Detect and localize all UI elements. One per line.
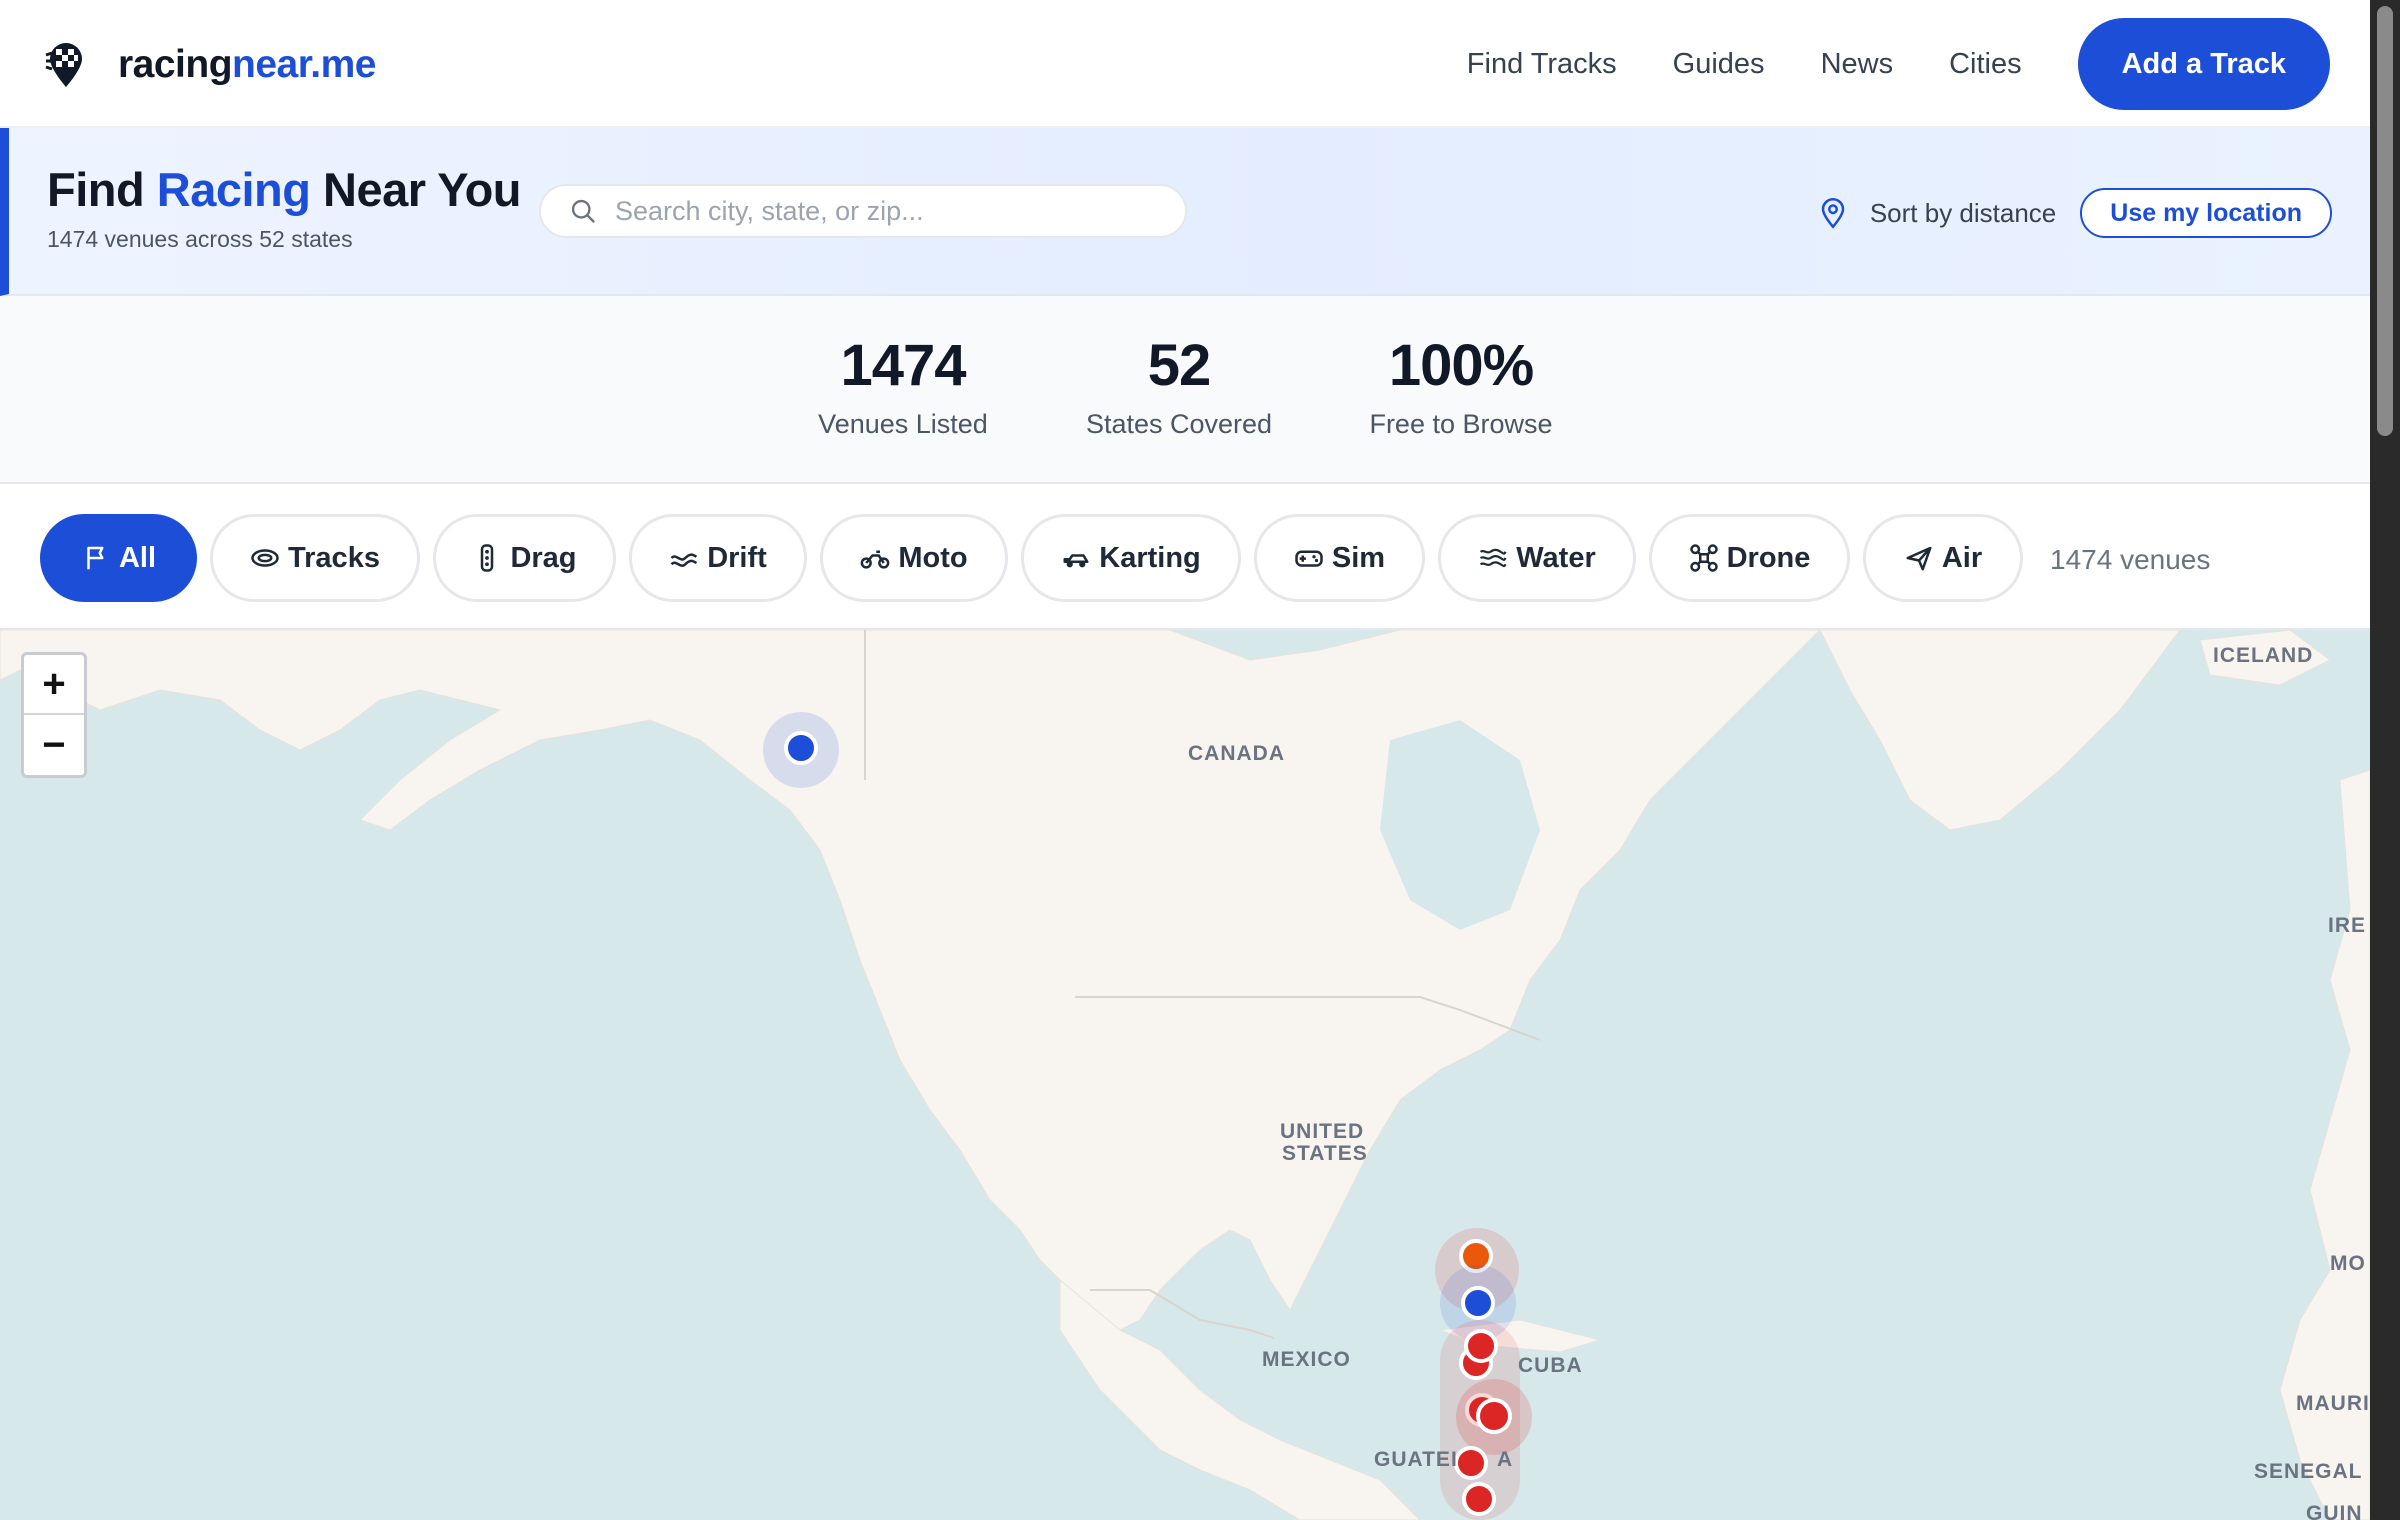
filter-water[interactable]: Water (1438, 514, 1636, 602)
label-guin: GUIN (2306, 1502, 2363, 1520)
logo-part-near-me: near.me (232, 43, 376, 86)
label-guatemala-end: A (1497, 1448, 1514, 1471)
label-ire: IRE (2328, 914, 2367, 937)
stat-free: 100% Free to Browse (1331, 332, 1591, 440)
page-title: Find Racing Near You (47, 162, 522, 217)
chip-label: Air (1941, 541, 1983, 574)
add-track-button[interactable]: Add a Track (2077, 18, 2330, 110)
oval-track-icon (251, 549, 279, 567)
chip-label: Drone (1726, 541, 1811, 574)
venue-summary: 1474 venues across 52 states (47, 226, 353, 252)
label-canada: CANADA (1188, 742, 1285, 765)
nav-guides[interactable]: Guides (1673, 48, 1765, 81)
chip-label: All (118, 541, 157, 574)
logo[interactable]: racingnear.me (44, 38, 376, 92)
chip-label: Drift (707, 541, 767, 574)
flag-icon (87, 546, 104, 570)
stat-value: 1474 (840, 333, 966, 398)
venue-count: 1474 venues (2050, 544, 2211, 575)
logo-part-racing: racing (118, 43, 233, 86)
page-scrollbar[interactable] (2370, 0, 2400, 1520)
chip-label: Water (1516, 541, 1596, 574)
title-post: Near You (310, 163, 522, 216)
zoom-out-button[interactable]: − (24, 715, 84, 775)
venue-marker-red[interactable] (1454, 1446, 1488, 1480)
zoom-in-button[interactable]: + (24, 655, 84, 715)
hero-bar: Find Racing Near You 1474 venues across … (0, 128, 2370, 296)
plane-icon (1906, 546, 1932, 571)
stats-strip: 1474 Venues Listed 52 States Covered 100… (0, 296, 2370, 484)
drag-light-icon (481, 544, 494, 572)
venue-map[interactable]: + − ICELAND CANADA IRE UNITED STATES MO … (0, 630, 2370, 1520)
venue-marker-red[interactable] (1462, 1482, 1496, 1516)
label-senegal: SENEGAL (2254, 1460, 2363, 1483)
content: racingnear.me Find Tracks Guides News Ci… (0, 0, 2370, 1520)
chip-label: Moto (898, 541, 968, 574)
label-mauri: MAURI (2296, 1392, 2370, 1415)
stat-states: 52 States Covered (1049, 332, 1309, 440)
sort-controls: Sort by distance Use my location (1818, 188, 2332, 238)
stat-label: States Covered (1085, 409, 1273, 439)
label-guatemala: GUATEI (1374, 1448, 1458, 1471)
filter-drone[interactable]: Drone (1649, 514, 1850, 602)
chip-label: Sim (1331, 541, 1386, 574)
category-filters: All Tracks Drag Drift Moto Karting Sim W… (0, 484, 2370, 630)
chip-label: Karting (1099, 541, 1201, 574)
zoom-control: + − (21, 652, 87, 778)
logo-text: racingnear.me (118, 43, 376, 87)
search-input[interactable] (615, 195, 1175, 227)
venue-marker-blue[interactable] (784, 731, 818, 765)
stat-label: Free to Browse (1369, 409, 1553, 439)
drone-icon (1689, 544, 1718, 572)
main-nav: Find Tracks Guides News Cities Add a Tra… (1467, 18, 2330, 110)
filter-moto[interactable]: Moto (820, 514, 1008, 602)
kart-icon (1063, 554, 1089, 568)
use-my-location-button[interactable]: Use my location (2080, 188, 2332, 238)
waves-icon (1480, 548, 1507, 568)
stat-value: 52 (1147, 333, 1212, 398)
drift-icon (670, 553, 698, 567)
map-basemap (0, 630, 2370, 1520)
motorcycle-icon (861, 550, 890, 569)
nav-news[interactable]: News (1821, 48, 1894, 81)
venue-marker-red[interactable] (1476, 1398, 1512, 1434)
label-iceland: ICELAND (2213, 644, 2314, 667)
label-mexico: MEXICO (1262, 1348, 1351, 1371)
label-mo: MO (2330, 1252, 2366, 1275)
title-pre: Find (47, 163, 157, 216)
title-highlight: Racing (156, 163, 311, 216)
filter-tracks[interactable]: Tracks (210, 514, 420, 602)
filter-all[interactable]: All (40, 514, 197, 602)
filter-drift[interactable]: Drift (629, 514, 807, 602)
nav-cities[interactable]: Cities (1949, 48, 2022, 81)
stat-label: Venues Listed (818, 409, 988, 439)
label-states: STATES (1282, 1142, 1368, 1165)
filter-karting[interactable]: Karting (1021, 514, 1241, 602)
nav-find-tracks[interactable]: Find Tracks (1467, 48, 1617, 81)
chip-label: Drag (510, 541, 577, 574)
top-navigation: racingnear.me Find Tracks Guides News Ci… (0, 0, 2370, 128)
page: racingnear.me Find Tracks Guides News Ci… (0, 0, 2400, 1520)
sort-by-distance[interactable]: Sort by distance (1870, 198, 2056, 229)
label-united: UNITED (1280, 1120, 1365, 1143)
venue-marker-blue[interactable] (1461, 1286, 1495, 1320)
label-cuba: CUBA (1518, 1354, 1583, 1377)
greenland-land (1819, 630, 2181, 831)
checkered-pin-icon (45, 43, 82, 87)
search-box[interactable] (539, 184, 1187, 238)
search-icon (571, 199, 595, 223)
venue-marker-red[interactable] (1464, 1329, 1498, 1363)
location-pin-icon (1821, 198, 1845, 229)
stat-venues: 1474 Venues Listed (773, 332, 1033, 440)
filter-air[interactable]: Air (1863, 514, 2023, 602)
great-lakes (1540, 990, 1620, 1030)
gamepad-icon (1295, 550, 1323, 567)
stat-value: 100% (1388, 333, 1534, 398)
filter-sim[interactable]: Sim (1254, 514, 1425, 602)
gulf-of-mexico (1270, 1320, 1430, 1430)
north-america-land (0, 630, 1821, 1331)
scrollbar-thumb[interactable] (2377, 6, 2393, 436)
chip-label: Tracks (288, 541, 380, 574)
filter-drag[interactable]: Drag (433, 514, 616, 602)
